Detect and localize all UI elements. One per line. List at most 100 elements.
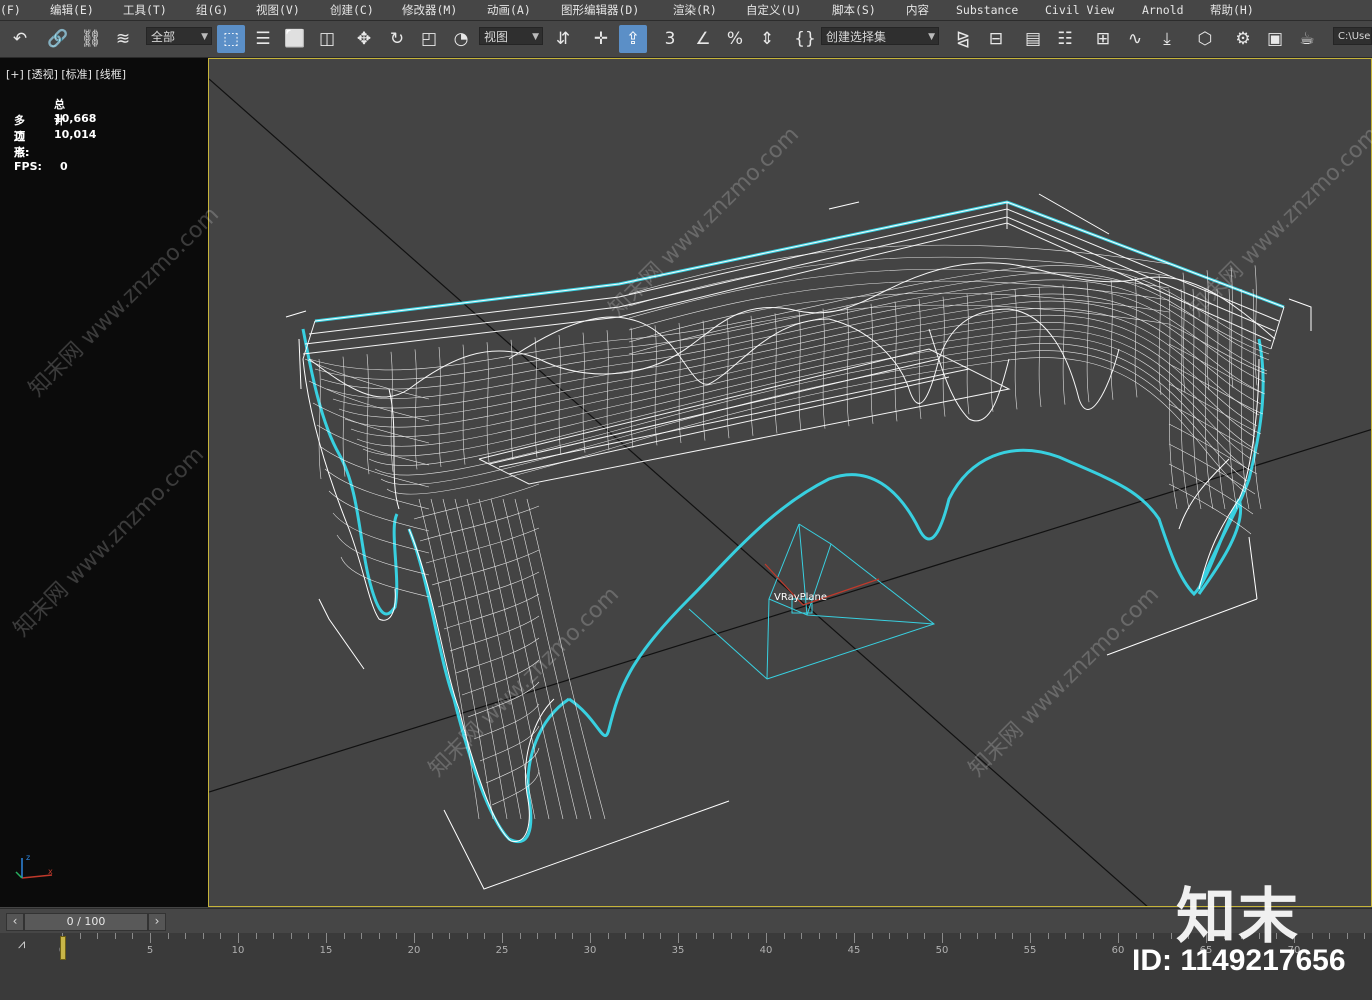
scene-explorer-icon[interactable]: ▤: [1019, 25, 1047, 53]
frame-tick: [1135, 933, 1137, 939]
reference-coord-dropdown[interactable]: 视图 ▼: [479, 27, 543, 45]
place-icon[interactable]: ◔: [447, 25, 475, 53]
playhead[interactable]: [60, 936, 66, 960]
vrayplane-gizmo[interactable]: VRayPlane: [688, 523, 936, 680]
percent-snap-icon[interactable]: %: [721, 25, 749, 53]
select-manipulate-icon[interactable]: ✛: [587, 25, 615, 53]
prev-frame-button[interactable]: ‹: [6, 913, 24, 931]
path-field-value: C:\Use: [1338, 31, 1371, 42]
frame-tick-label: 25: [495, 945, 509, 956]
frame-tick: [537, 933, 539, 939]
menu-graph-editors[interactable]: 图形编辑器(D): [561, 0, 639, 20]
rotate-icon[interactable]: ↻: [383, 25, 411, 53]
polygons-value: 10,668: [54, 112, 97, 125]
rect-selection-region-icon[interactable]: ⬜: [281, 25, 309, 53]
frame-tick: [607, 933, 609, 939]
frame-tick: [79, 933, 81, 939]
pivot-center-icon[interactable]: ⇵: [549, 25, 577, 53]
brand-logo: 知末: [1176, 882, 1300, 952]
frame-tick: [502, 933, 503, 943]
menu-animation[interactable]: 动画(A): [487, 0, 531, 20]
menu-group[interactable]: 组(G): [196, 0, 228, 20]
bind-space-warp-icon[interactable]: ≋: [109, 25, 137, 53]
curve-editor-icon[interactable]: ∿: [1121, 25, 1149, 53]
menu-help[interactable]: 帮助(H): [1210, 0, 1254, 20]
frame-tick: [871, 933, 873, 939]
image-id: ID: 1149217656: [1132, 944, 1346, 977]
path-field[interactable]: C:\Use: [1333, 27, 1372, 45]
scale-icon[interactable]: ◰: [415, 25, 443, 53]
align-icon[interactable]: ⊟: [982, 25, 1010, 53]
menu-civil-view[interactable]: Civil View: [1045, 0, 1114, 20]
viewport-label[interactable]: [+] [透视] [标准] [线框]: [6, 66, 126, 82]
keyboard-shortcut-override-icon[interactable]: ⇪: [619, 25, 647, 53]
frame-tick: [924, 933, 926, 939]
frame-tick-label: 50: [935, 945, 949, 956]
named-selection-dropdown[interactable]: 创建选择集 ▼: [821, 27, 939, 45]
render-setup-icon[interactable]: ⚙: [1229, 25, 1257, 53]
menu-substance[interactable]: Substance: [956, 0, 1018, 20]
frame-tick: [326, 933, 327, 943]
undo-icon[interactable]: ↶: [6, 25, 34, 53]
frame-tick: [836, 933, 838, 939]
frame-tick: [766, 933, 767, 943]
reference-coord-value: 视图: [484, 30, 509, 44]
frame-tick: [519, 933, 521, 939]
select-object-icon[interactable]: ⬚: [217, 25, 245, 53]
snap-3d-icon[interactable]: 3: [656, 25, 684, 53]
mirror-icon[interactable]: ⧎: [949, 25, 977, 53]
menu-arnold[interactable]: Arnold: [1142, 0, 1184, 20]
menu-file[interactable]: (F): [0, 0, 21, 20]
time-slider[interactable]: ‹ 0 / 100 ›: [0, 908, 1372, 933]
frame-tick: [660, 933, 662, 939]
frame-tick: [361, 933, 363, 939]
render-production-icon[interactable]: ☕: [1293, 25, 1321, 53]
frame-tick: [431, 933, 433, 939]
frame-tick: [114, 933, 116, 939]
link-icon[interactable]: 🔗: [44, 25, 72, 53]
frame-tick: [132, 933, 134, 939]
next-frame-button[interactable]: ›: [148, 913, 166, 931]
unlink-icon[interactable]: ⛓: [77, 25, 105, 53]
menu-customize[interactable]: 自定义(U): [746, 0, 801, 20]
rendered-frame-window-icon[interactable]: ▣: [1261, 25, 1289, 53]
frame-tick: [801, 933, 803, 939]
window-crossing-icon[interactable]: ◫: [313, 25, 341, 53]
selection-filter-dropdown[interactable]: 全部 ▼: [146, 27, 212, 45]
frame-tick: [414, 933, 415, 943]
frame-tick: [748, 933, 750, 939]
move-icon[interactable]: ✥: [350, 25, 378, 53]
menu-create[interactable]: 创建(C): [330, 0, 374, 20]
select-by-name-icon[interactable]: ☰: [249, 25, 277, 53]
edit-named-selection-icon[interactable]: {}: [791, 25, 819, 53]
spinner-snap-icon[interactable]: ⇕: [753, 25, 781, 53]
frame-tick: [97, 933, 99, 939]
frame-tick-label: 45: [847, 945, 861, 956]
time-slider-thumb[interactable]: 0 / 100: [24, 913, 148, 931]
frame-tick: [906, 933, 908, 939]
menu-rendering[interactable]: 渲染(R): [673, 0, 717, 20]
schematic-view-icon[interactable]: ⤓: [1153, 25, 1181, 53]
perspective-viewport[interactable]: VRayPlane: [208, 58, 1372, 907]
angle-snap-icon[interactable]: ∠: [689, 25, 717, 53]
viewport-canvas[interactable]: VRayPlane: [209, 59, 1372, 907]
chevron-down-icon: ▼: [532, 32, 539, 42]
frame-tick: [167, 933, 169, 939]
frame-tick: [818, 933, 820, 939]
frame-tick: [378, 933, 380, 939]
menu-edit[interactable]: 编辑(E): [50, 0, 94, 20]
menu-scripting[interactable]: 脚本(S): [832, 0, 876, 20]
curve-editor-mini-icon[interactable]: ⩘: [18, 937, 25, 952]
viewport-info-panel: [+] [透视] [标准] [线框] 总计 多边形: 10,668 顶点: 10,0…: [0, 58, 208, 907]
menu-content[interactable]: 内容: [906, 0, 929, 20]
toggle-ribbon-icon[interactable]: ⊞: [1089, 25, 1117, 53]
layer-explorer-icon[interactable]: ☷: [1051, 25, 1079, 53]
material-editor-icon[interactable]: ⬡: [1191, 25, 1219, 53]
axis-tripod-icon: z x: [15, 853, 53, 879]
menu-tools[interactable]: 工具(T): [123, 0, 167, 20]
menu-modifiers[interactable]: 修改器(M): [402, 0, 457, 20]
frame-tick: [1364, 933, 1366, 939]
frame-tick: [220, 933, 222, 939]
menu-views[interactable]: 视图(V): [256, 0, 300, 20]
frame-tick: [590, 933, 591, 943]
